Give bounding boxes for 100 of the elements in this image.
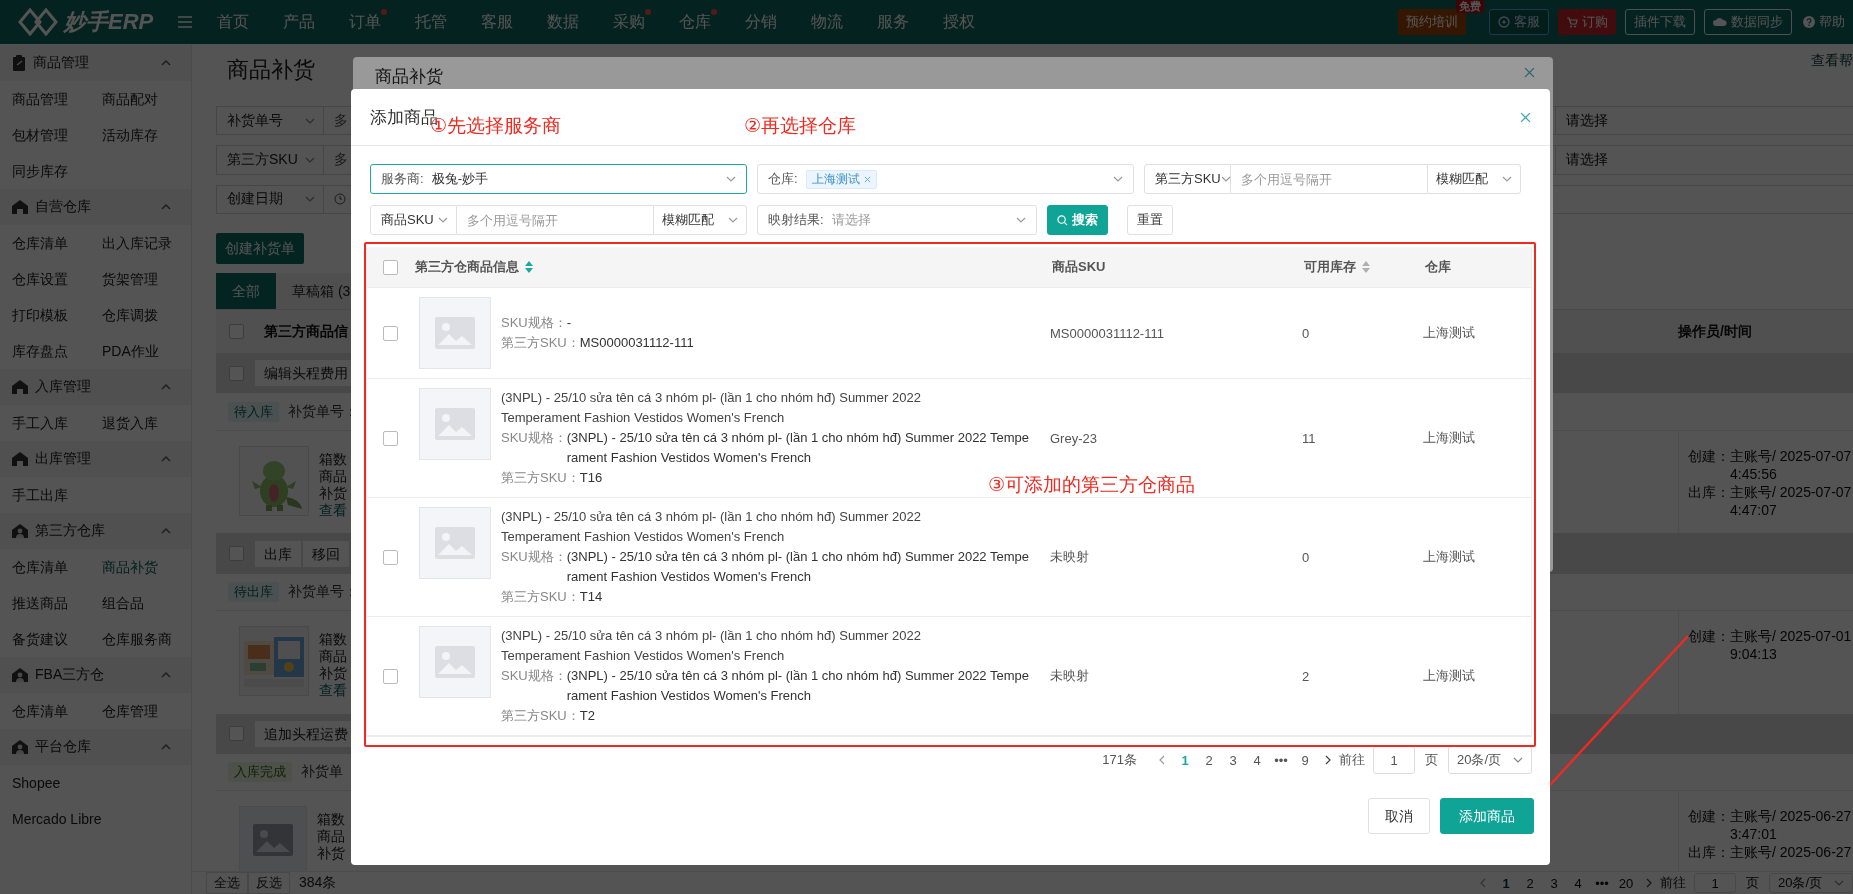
filter-select[interactable]: 请选择 — [1555, 106, 1853, 135]
product-sku: 未映射 — [1050, 667, 1089, 685]
checkbox[interactable] — [382, 549, 398, 565]
sidebar-item[interactable]: 手工入库 — [12, 405, 102, 441]
caret-icon — [728, 217, 738, 223]
sidebar-group-header[interactable]: 出库管理 — [0, 441, 191, 477]
filter-select[interactable]: 请选择 — [1555, 146, 1853, 174]
select-button[interactable]: 全选 — [206, 872, 248, 894]
sidebar-item[interactable]: 货架管理 — [102, 261, 192, 297]
product-info-text: 商品 — [317, 828, 345, 846]
sidebar-item[interactable]: 商品配对 — [102, 81, 192, 117]
tab[interactable]: 全部 — [216, 273, 276, 310]
page-input[interactable]: 1 — [1694, 873, 1736, 893]
filter-select[interactable]: 补货单号 — [217, 106, 324, 135]
page-number[interactable]: 2 — [1518, 875, 1542, 891]
nav-menu-item[interactable]: 授权 — [926, 0, 992, 44]
person-house-icon — [12, 524, 28, 538]
nav-menu-item[interactable]: 仓库 — [662, 0, 728, 44]
sidebar-item[interactable]: PDA作业 — [102, 333, 192, 369]
add-products-button[interactable]: 添加商品 — [1440, 798, 1534, 834]
checkbox[interactable] — [382, 668, 398, 684]
sidebar-item[interactable]: 仓库清单 — [12, 225, 102, 261]
page-number[interactable]: ••• — [1590, 875, 1614, 891]
sidebar-item[interactable]: 组合品 — [102, 585, 192, 621]
nav-menu-item[interactable]: 数据 — [530, 0, 596, 44]
nav-menu-item[interactable]: 服务 — [860, 0, 926, 44]
page-number[interactable]: 1 — [1173, 752, 1197, 768]
sidebar-item[interactable]: 手工出库 — [12, 477, 102, 513]
page-number[interactable]: 20 — [1614, 875, 1638, 891]
operator-time: 主账号/ 2025-06-27 3:47:01 — [1730, 807, 1853, 844]
sidebar-item[interactable]: 推送商品 — [12, 585, 102, 621]
sidebar-item[interactable]: 仓库清单 — [12, 549, 102, 585]
nav-menu-item[interactable]: 首页 — [200, 0, 266, 44]
sidebar-item[interactable]: 仓库设置 — [12, 261, 102, 297]
total-count: 171条 — [1102, 751, 1137, 769]
sidebar-group-header[interactable]: FBA三方仓 — [0, 657, 191, 693]
sidebar-item[interactable]: 同步库存 — [12, 153, 102, 189]
sidebar-item[interactable]: 商品管理 — [12, 81, 102, 117]
sidebar-item[interactable]: Shopee — [12, 765, 192, 801]
action-button[interactable]: 移回 — [302, 539, 350, 568]
sidebar-item[interactable]: 仓库调拨 — [102, 297, 192, 333]
page-number[interactable]: 4 — [1566, 875, 1590, 891]
sidebar-item[interactable]: 库存盘点 — [12, 333, 102, 369]
sidebar-item[interactable]: 包材管理 — [12, 117, 102, 153]
nav-menu-item[interactable]: 产品 — [266, 0, 332, 44]
product-info-text: 补货 — [319, 664, 347, 682]
sidebar-item[interactable]: 仓库服务商 — [102, 621, 192, 657]
image-icon — [435, 317, 475, 349]
available-stock: 0 — [1302, 325, 1310, 341]
action-button[interactable]: 出库 — [254, 539, 302, 568]
sidebar-group-header[interactable]: 商品管理 — [0, 45, 191, 81]
page-number[interactable]: ••• — [1269, 752, 1293, 768]
sidebar-group-header[interactable]: 入库管理 — [0, 369, 191, 405]
product-info-text: 商品 — [319, 647, 347, 665]
sidebar-item[interactable]: Mercado Libre — [12, 801, 192, 837]
sidebar-item[interactable]: 活动库存 — [102, 117, 192, 153]
help-link[interactable]: 帮助 — [1801, 9, 1847, 35]
page-number[interactable]: 2 — [1197, 752, 1221, 768]
product-sku: MS0000031112-111 — [1050, 325, 1164, 341]
page-number[interactable]: 3 — [1542, 875, 1566, 891]
sidebar-item[interactable]: 备货建议 — [12, 621, 102, 657]
sidebar-item[interactable]: 退货入库 — [102, 405, 192, 441]
filter-select[interactable]: 第三方SKU — [217, 146, 324, 174]
house-icon — [12, 200, 28, 214]
page-size-select[interactable]: 20条/页 — [1448, 746, 1532, 774]
checkbox[interactable] — [382, 430, 398, 446]
menu-icon — [178, 16, 192, 28]
select-button[interactable]: 反选 — [248, 872, 290, 894]
page-input[interactable]: 1 — [1373, 746, 1415, 774]
nav-menu-item[interactable]: 订单 — [332, 0, 398, 44]
create-button[interactable]: 创建补货单 — [216, 233, 304, 265]
sidebar-group-header[interactable]: 自营仓库 — [0, 189, 191, 225]
top-action-button[interactable]: 客服 — [1489, 9, 1549, 35]
view-link[interactable]: 查看 — [319, 501, 347, 519]
sidebar-item[interactable]: 仓库管理 — [102, 693, 192, 729]
goto-label: 前往 — [1339, 751, 1365, 769]
nav-menu-item[interactable]: 分销 — [728, 0, 794, 44]
nav-menu-item[interactable]: 托管 — [398, 0, 464, 44]
sidebar-item[interactable]: 打印模板 — [12, 297, 102, 333]
page-size-select[interactable]: 20条/页 — [1769, 873, 1853, 893]
sidebar-item[interactable]: 仓库清单 — [12, 693, 102, 729]
page-number[interactable]: 1 — [1494, 875, 1518, 891]
page-number[interactable]: 4 — [1245, 752, 1269, 768]
checkbox[interactable] — [382, 325, 398, 341]
checkbox[interactable] — [382, 259, 398, 275]
sidebar-item[interactable]: 出入库记录 — [102, 225, 192, 261]
help-link[interactable]: 查看帮 — [1811, 52, 1853, 70]
nav-menu-item[interactable]: 客服 — [464, 0, 530, 44]
sku-spec: (3NPL) - 25/10 sửa tên cá 3 nhóm pl- (lần 1 cho nhóm hđ) Summer 2022 Temperament Fashion Vestidos Women's French — [566, 429, 1030, 467]
top-action-button[interactable]: 插件下载 — [1625, 9, 1695, 35]
cancel-button[interactable]: 取消 — [1368, 798, 1430, 834]
sidebar-group-header[interactable]: 平台仓库 — [0, 729, 191, 765]
page-number[interactable]: 3 — [1221, 752, 1245, 768]
nav-menu-item[interactable]: 物流 — [794, 0, 860, 44]
view-link[interactable]: 查看 — [319, 681, 347, 699]
top-action-button[interactable]: 订购 — [1558, 9, 1616, 35]
sidebar-item[interactable]: 商品补货 — [102, 549, 192, 585]
page-number[interactable]: 9 — [1293, 752, 1317, 768]
nav-menu-item[interactable]: 采购 — [596, 0, 662, 44]
top-action-button[interactable]: 数据同步 — [1704, 9, 1792, 35]
